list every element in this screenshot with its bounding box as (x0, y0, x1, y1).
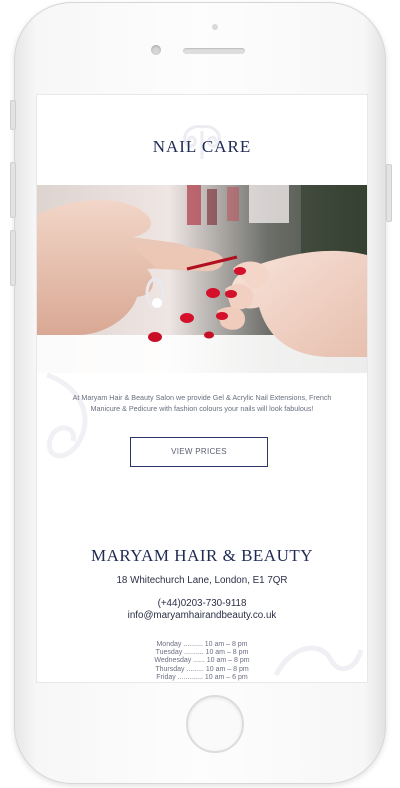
hours-row-wednesday: Wednesday ...... 10 am – 8 pm (154, 657, 250, 665)
footer-brand-name: MARYAM HAIR & BEAUTY (90, 546, 314, 565)
footer-address: 18 Whitechurch Lane, London, E1 7QR (116, 575, 288, 586)
background-flourish-icon (46, 372, 88, 459)
view-prices-button[interactable]: VIEW PRICES (130, 437, 268, 467)
nail-painting-image (37, 185, 367, 373)
volume-down-button (10, 230, 16, 286)
hours-row-friday: Friday ............. 10 am – 6 pm (156, 673, 248, 681)
earpiece-speaker (183, 48, 245, 54)
opening-hours: Monday .......... 10 am – 8 pm Tuesday .… (37, 641, 367, 682)
hours-row-thursday: Thursday ......... 10 am – 8 pm (155, 665, 249, 673)
phone-screen: NAIL CARE At Maryam Hair & Beauty Salon … (37, 95, 367, 682)
hours-row-monday: Monday .......... 10 am – 8 pm (156, 641, 248, 648)
front-camera (151, 45, 161, 55)
volume-up-button (10, 162, 16, 218)
section-description: At Maryam Hair & Beauty Salon we provide… (72, 393, 332, 413)
footer-email-link[interactable]: info@maryamhairandbeauty.co.uk (37, 610, 367, 621)
power-button (386, 164, 392, 222)
mute-switch (10, 100, 16, 130)
section-title: NAIL CARE (152, 137, 252, 156)
proximity-sensor (212, 24, 218, 30)
footer-phone-link[interactable]: (+44)0203-730-9118 (37, 598, 367, 609)
home-button[interactable] (186, 695, 244, 753)
hero-photo-nail-painting (37, 185, 367, 373)
hours-row-tuesday: Tuesday .......... 10 am – 8 pm (155, 649, 249, 657)
